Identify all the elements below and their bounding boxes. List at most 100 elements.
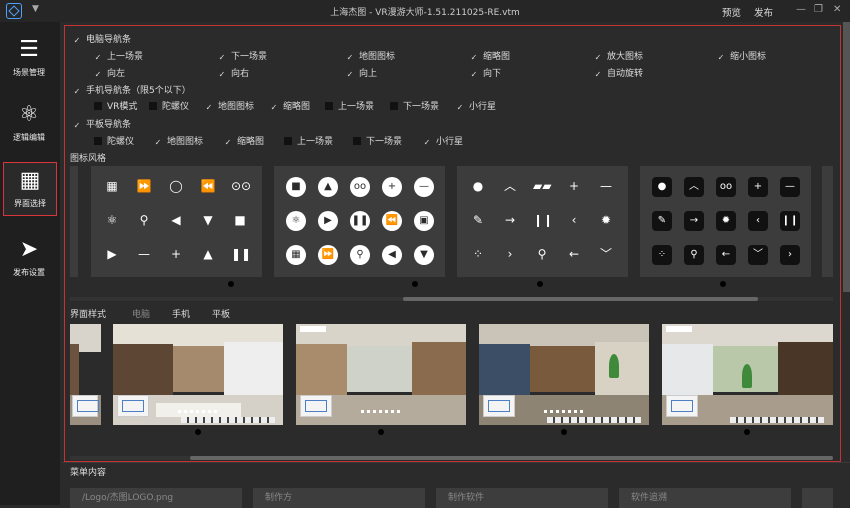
ui-style-radio-dot[interactable] [744,429,750,435]
atom-icon: ⚛ [106,213,118,227]
software-field[interactable]: 制作软件 [436,488,608,508]
arrow-left-icon: ← [716,245,736,265]
atom-icon: ⚛ [19,102,39,127]
pc-nav-option[interactable]: ✓ 地图图标 [346,49,395,62]
pc-nav-option[interactable]: ✓ 缩小图标 [717,49,766,62]
checkbox-label: 手机导航条（限5个以下） [86,86,191,96]
checkbox-label: 缩略图 [483,52,511,62]
publish-button[interactable]: 发布 [754,5,773,19]
close-icon[interactable]: ✕ [833,4,841,15]
preview-button[interactable]: 预览 [722,5,741,19]
tablet-nav-option[interactable]: ✓ 地图图标 [154,134,203,147]
mobile-nav-option[interactable]: VR模式 [94,99,137,112]
checkbox-label: 缩略图 [237,137,265,147]
pc-nav-option[interactable]: ✓ 自动旋转 [594,66,643,79]
ui-style-radio-dot[interactable] [561,429,567,435]
checkbox-label: 自动旋转 [607,69,644,79]
plus-icon: + [382,177,402,197]
panel-radio-dot[interactable] [537,281,543,287]
mobile-nav-option[interactable]: ✓ 地图图标 [205,99,254,112]
tablet-nav-option[interactable]: 上一场景 [284,134,333,147]
ui-style-radio-dot[interactable] [378,429,384,435]
tablet-nav-option[interactable]: ✓ 缩略图 [224,134,264,147]
sidebar-item-ui-select[interactable]: ▦ 界面选择 [3,162,57,216]
sidebar-item-publish-settings[interactable]: ➤ 发布设置 [3,232,55,284]
mobile-nav-option[interactable]: 上一场景 [325,99,374,112]
checkbox-label: 放大图标 [607,52,644,62]
map-pin-icon: ⚲ [537,247,547,261]
tab-pc[interactable]: 电脑 [132,307,150,320]
checkbox-label: 下一场景 [231,52,268,62]
dot-icon: ● [472,179,484,193]
pc-nav-option[interactable]: ✓ 向上 [346,66,377,79]
icon-style-panel-partial-right[interactable] [822,166,833,277]
icon-style-scroll-thumb[interactable] [403,297,758,301]
checkbox-label: 地图图标 [218,102,255,112]
icon-style-panel-4[interactable]: ● ︿ oo + — ✎ → ✹ ‹ ❙❙ ⁘ ⚲ ← ﹀ › [640,166,811,277]
grid-icon: ▦ [19,168,41,193]
mobile-nav-checkbox[interactable]: ✓ 手机导航条（限5个以下） [73,83,191,96]
pc-nav-option[interactable]: ✓ 向右 [218,66,249,79]
tablet-nav-option[interactable]: 陀螺仪 [94,134,134,147]
icon-style-heading: 图标风格 [70,154,107,164]
tablet-nav-option[interactable]: ✓ 小行星 [423,134,463,147]
mobile-nav-option[interactable]: 陀螺仪 [149,99,189,112]
ui-style-thumbnail-4[interactable] [662,324,833,425]
ui-style-scroll-thumb[interactable] [190,456,833,460]
pause-icon: ❙❙ [533,213,554,227]
minimize-icon[interactable]: — [796,4,806,15]
pc-nav-option[interactable]: ✓ 上一场景 [94,49,143,62]
pc-nav-option[interactable]: ✓ 放大图标 [594,49,643,62]
icon-style-panel-1[interactable]: ▦ ⏩ ◯ ⏪ ⊙⊙ ⚛ ⚲ ◀ ▼ ■ ▶ — + ▲ ❚❚ [91,166,262,277]
checkbox-label: 向下 [483,69,502,79]
maximize-icon[interactable]: ❐ [814,4,823,15]
pc-nav-option[interactable]: ✓ 缩略图 [470,49,510,62]
pc-nav-option[interactable]: ✓ 下一场景 [218,49,267,62]
pause-icon: ❚❚ [350,211,370,231]
panel-radio-dot[interactable] [720,281,726,287]
ui-style-thumbnail-partial[interactable] [70,324,101,425]
arrow-left-icon: ← [568,247,580,261]
rewind-icon: ⏪ [200,179,216,193]
zoom-icon: ✹ [716,211,736,231]
icon-style-panel-2[interactable]: ■ ▲ oo + — ⚛ ▶ ❚❚ ⏪ ▣ ▦ ⏩ ⚲ ◀ ▼ [274,166,445,277]
logo-path-field[interactable]: /Logo/杰图LOGO.png [70,488,242,508]
arrow-right-icon: → [504,213,516,227]
tab-tablet[interactable]: 平板 [212,307,230,320]
checkbox-label: 向左 [107,69,126,79]
ui-style-thumbnail-1[interactable] [113,324,283,425]
zoom-icon: ▣ [414,211,434,231]
pc-nav-checkbox[interactable]: ✓ 电脑导航条 [73,32,131,45]
extra-field[interactable] [802,488,833,508]
mobile-nav-option[interactable]: ✓ 小行星 [456,99,496,112]
producer-field[interactable]: 制作方 [253,488,425,508]
software-trace-field[interactable]: 软件追溯 [619,488,791,508]
sidebar-item-logic-edit[interactable]: ⚛ 逻辑编辑 [3,97,55,149]
pause-icon: ❚❚ [231,247,252,261]
sidebar-item-scene-manage[interactable]: ☰ 场景管理 [3,32,55,84]
tablet-nav-option[interactable]: 下一场景 [353,134,402,147]
icon-style-panel-3[interactable]: ● ︿ ▰▰ + — ✎ → ❙❙ ‹ ✹ ⁘ › ⚲ ← ﹀ [457,166,628,277]
mobile-nav-option[interactable]: 下一场景 [390,99,439,112]
plus-icon: + [748,177,768,197]
mobile-nav-option[interactable]: ✓ 缩略图 [270,99,310,112]
plus-icon: + [170,247,182,261]
ui-style-radio-dot[interactable] [195,429,201,435]
panel-radio-dot[interactable] [412,281,418,287]
checkbox-label: 电脑导航条 [86,35,132,45]
tablet-nav-checkbox[interactable]: ✓ 平板导航条 [73,117,131,130]
vr-glasses-icon: ▰▰ [533,179,552,193]
vertical-scrollbar[interactable] [843,22,850,292]
icon-style-panel-partial[interactable] [70,166,78,277]
checkbox-label: 小行星 [436,137,464,147]
pc-nav-option[interactable]: ✓ 向下 [470,66,501,79]
panel-radio-dot[interactable] [228,281,234,287]
pc-nav-option[interactable]: ✓ 向左 [94,66,125,79]
tab-mobile[interactable]: 手机 [172,307,190,320]
arrow-up-icon: ▲ [203,247,213,261]
map-pin-icon: ⚲ [139,213,149,227]
ui-style-thumbnail-2[interactable] [296,324,466,425]
grid-icon: ⁘ [652,245,672,265]
play-icon: ▶ [107,247,117,261]
ui-style-thumbnail-3[interactable] [479,324,649,425]
